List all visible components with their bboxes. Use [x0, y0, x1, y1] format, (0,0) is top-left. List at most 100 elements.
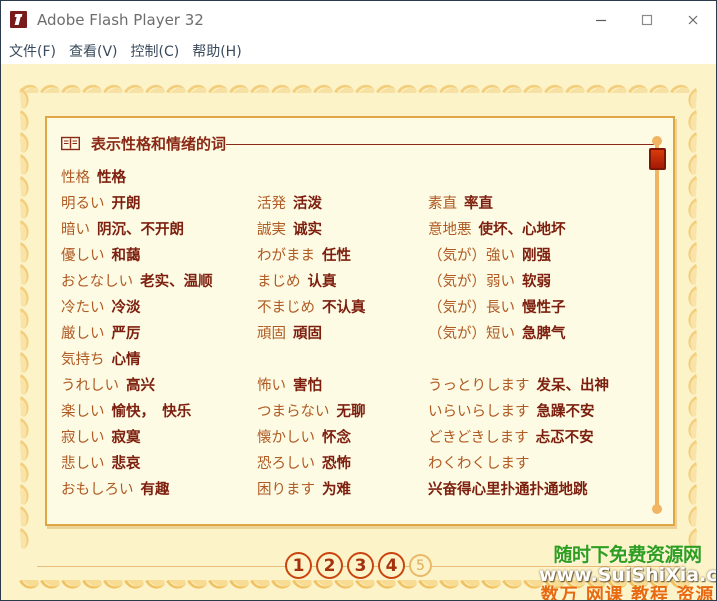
flash-player-window: Adobe Flash Player 32 文件(F) 查看(V) 控制(C) …: [0, 0, 717, 601]
chinese-translation: 兴奋得心里扑通扑通地跳: [428, 482, 588, 498]
japanese-term: 厳しい: [61, 326, 105, 342]
chinese-translation: 心情: [111, 352, 141, 368]
decorative-border-top: [19, 84, 690, 93]
vocab-cell: （気が）短い 急脾气: [428, 322, 566, 346]
scrollbar-top-dot: [652, 136, 662, 146]
chinese-translation: 诚实: [293, 222, 322, 238]
japanese-term: 優しい: [61, 248, 105, 264]
maximize-button[interactable]: [624, 1, 670, 38]
vocab-cell: わくわくします: [428, 452, 530, 476]
vocab-row: おとなしい 老实、温顺 まじめ 认真 （気が）弱い 软弱: [61, 270, 645, 296]
window-controls: [578, 1, 716, 38]
vocab-cell: 頑固 頑固: [257, 322, 322, 346]
japanese-term: わがまま: [257, 248, 315, 264]
chinese-translation: 使坏、心地坏: [478, 222, 566, 238]
japanese-term: 恐ろしい: [257, 456, 315, 472]
menu-bar: 文件(F) 查看(V) 控制(C) 帮助(H): [1, 38, 716, 64]
menu-item-file[interactable]: 文件(F): [9, 41, 56, 61]
page-button-4[interactable]: 4: [378, 552, 405, 579]
vocab-cell: 意地悪 使坏、心地坏: [428, 218, 566, 242]
japanese-term: 困ります: [257, 482, 315, 498]
vocab-row: 楽しい 愉快， 快乐 つまらない 无聊 いらいらします 急躁不安: [61, 400, 645, 426]
vocab-cell: わがまま 任性: [257, 244, 351, 268]
vocab-cell: 厳しい 严厉: [61, 322, 141, 346]
close-button[interactable]: [670, 1, 716, 38]
vocab-cell: おとなしい 老实、温顺: [61, 270, 213, 294]
chinese-translation: 阴沉、不开朗: [97, 222, 184, 238]
vocab-cell: 不まじめ 不认真: [257, 296, 366, 320]
chinese-translation: 率直: [464, 196, 493, 212]
page-button-1[interactable]: 1: [285, 552, 312, 579]
japanese-term: 楽しい: [61, 404, 105, 420]
content-card: 表示性格和情绪的词 性格 性格 明るい 开朗 活発 活泼 素直 率直暗い 阴沉、不开朗 誠実 诚实 意…: [45, 116, 675, 526]
window-title: Adobe Flash Player 32: [37, 10, 204, 29]
vocab-cell: 寂しい 寂寞: [61, 426, 141, 450]
minimize-button[interactable]: [578, 1, 624, 38]
menu-item-control[interactable]: 控制(C): [131, 41, 180, 61]
menu-item-help[interactable]: 帮助(H): [192, 41, 241, 61]
title-bar: Adobe Flash Player 32: [1, 1, 716, 38]
japanese-term: （気が）弱い: [428, 274, 515, 290]
chinese-translation: 恐怖: [322, 456, 351, 472]
decorative-border-left: [20, 88, 29, 549]
vocab-cell: 誠実 诚实: [257, 218, 322, 242]
vocab-row: 気持ち 心情: [61, 348, 645, 374]
chinese-translation: 老实、温顺: [140, 274, 213, 290]
japanese-term: いらいらします: [428, 404, 530, 420]
japanese-term: つまらない: [257, 404, 330, 420]
menu-item-view[interactable]: 查看(V): [69, 41, 118, 61]
japanese-term: （気が）強い: [428, 248, 515, 264]
japanese-term: おとなしい: [61, 274, 134, 290]
japanese-term: 性格: [61, 170, 90, 186]
scrollbar-bottom-dot: [652, 504, 662, 514]
vocab-row: うれしい 高兴 怖い 害怕 うっとりします 发呆、出神: [61, 374, 645, 400]
vocab-cell: 悲しい 悲哀: [61, 452, 141, 476]
japanese-term: うれしい: [61, 378, 119, 394]
card-title: 表示性格和情绪的词: [91, 134, 227, 153]
vertical-scrollbar[interactable]: [649, 136, 666, 514]
vocab-row: 性格 性格: [61, 166, 645, 192]
vocab-row: 明るい 开朗 活発 活泼 素直 率直: [61, 192, 645, 218]
vocab-cell: 明るい 开朗: [61, 192, 141, 216]
chinese-translation: 有趣: [140, 482, 170, 498]
page-button-2[interactable]: 2: [316, 552, 343, 579]
vocab-cell: （気が）長い 慢性子: [428, 296, 566, 320]
decorative-border-right: [688, 88, 697, 549]
chinese-translation: 冷淡: [111, 300, 141, 316]
scrollbar-thumb[interactable]: [649, 147, 666, 170]
chinese-translation: 和藹: [111, 248, 141, 264]
japanese-term: 素直: [428, 196, 457, 212]
vocab-cell: 素直 率直: [428, 192, 493, 216]
page-button-5[interactable]: 5: [409, 554, 432, 577]
japanese-term: 寂しい: [61, 430, 105, 446]
vocab-cell: どきどきします 忐忑不安: [428, 426, 594, 450]
vocab-cell: つまらない 无聊: [257, 400, 366, 424]
japanese-term: 意地悪: [428, 222, 472, 238]
chinese-translation: 开朗: [111, 196, 141, 212]
page-button-3[interactable]: 3: [347, 552, 374, 579]
vocabulary-grid: 性格 性格 明るい 开朗 活発 活泼 素直 率直暗い 阴沉、不开朗 誠実 诚实 意地悪 使坏、心地坏優し…: [61, 166, 645, 524]
vocab-cell: 活発 活泼: [257, 192, 322, 216]
vocab-cell: 暗い 阴沉、不开朗: [61, 218, 184, 242]
japanese-term: （気が）短い: [428, 326, 515, 342]
scrollbar-track[interactable]: [655, 144, 659, 506]
japanese-term: 怖い: [257, 378, 286, 394]
japanese-term: わくわくします: [428, 456, 530, 472]
japanese-term: 暗い: [61, 222, 90, 238]
chinese-translation: 为难: [322, 482, 351, 498]
chinese-translation: 发呆、出神: [536, 378, 610, 394]
chinese-translation: 急躁不安: [536, 404, 595, 420]
chinese-translation: 怀念: [322, 430, 351, 446]
chinese-translation: 认真: [307, 274, 337, 290]
japanese-term: 気持ち: [61, 352, 105, 368]
chinese-translation: 寂寞: [111, 430, 141, 446]
flash-stage: 表示性格和情绪的词 性格 性格 明るい 开朗 活発 活泼 素直 率直暗い 阴沉、不开朗 誠実 诚实 意…: [1, 64, 716, 600]
chinese-translation: 愉快， 快乐: [111, 404, 192, 420]
japanese-term: （気が）長い: [428, 300, 515, 316]
japanese-term: 悲しい: [61, 456, 105, 472]
vocab-cell: 恐ろしい 恐怖: [257, 452, 351, 476]
japanese-term: 不まじめ: [257, 300, 315, 316]
vocab-cell: いらいらします 急躁不安: [428, 400, 595, 424]
chinese-translation: 慢性子: [522, 300, 566, 316]
vocab-cell: 優しい 和藹: [61, 244, 141, 268]
